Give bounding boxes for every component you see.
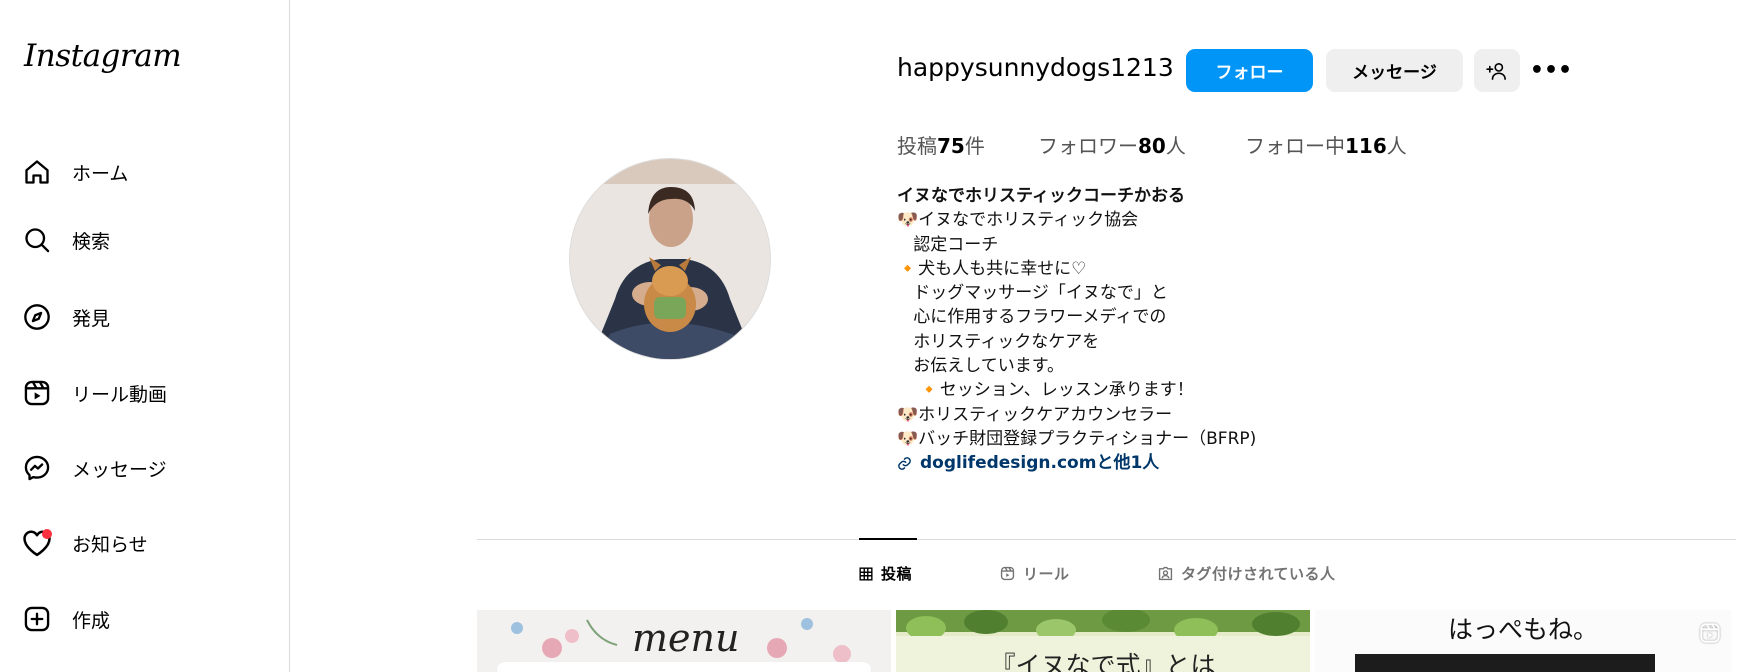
- profile-bio: イヌなでホリスティックコーチかおる 🐶イヌなでホリスティック協会 認定コーチ 🔸…: [897, 184, 1256, 476]
- sidebar-item-label: 作成: [72, 609, 111, 632]
- sidebar-item-label: ホーム: [72, 162, 129, 185]
- stat-following[interactable]: フォロー中 116 人: [1245, 130, 1407, 159]
- stat-following-label: フォロー中: [1245, 134, 1345, 158]
- tab-reels[interactable]: リール: [1000, 563, 1070, 584]
- sidebar-item-label: お知らせ: [72, 533, 148, 556]
- bio-line: 🔸セッション、レッスン承ります！: [897, 380, 1194, 401]
- bio-line: 🐶バッチ財団登録プラクティショナー（BFRP): [897, 428, 1257, 449]
- sidebar-item-notifications[interactable]: お知らせ: [12, 517, 274, 569]
- sidebar-item-label: メッセージ: [72, 458, 167, 481]
- grid-icon: [859, 566, 873, 581]
- follow-button[interactable]: フォロー: [1186, 49, 1313, 92]
- bio-line: お伝えしています。: [897, 356, 1065, 377]
- sidebar-item-label: 検索: [72, 230, 111, 253]
- suggest-users-button[interactable]: [1474, 49, 1520, 92]
- heart-icon: [22, 528, 52, 558]
- stat-posts-label: 投稿: [897, 134, 937, 158]
- sidebar-item-label: リール動画: [72, 383, 168, 406]
- profile-avatar[interactable]: [569, 158, 771, 360]
- stat-posts-unit: 件: [964, 134, 985, 158]
- sidebar-item-explore[interactable]: 発見: [12, 291, 274, 343]
- instagram-logo[interactable]: Instagram: [24, 38, 182, 74]
- tab-label: タグ付けされている人: [1181, 565, 1336, 583]
- plus-square-icon: [22, 604, 52, 634]
- reel-badge-icon: [1699, 622, 1721, 648]
- compass-icon: [22, 302, 52, 332]
- tab-active-indicator: [859, 538, 917, 540]
- bio-line: ドッグマッサージ「イヌなで」と: [897, 283, 1168, 304]
- sidebar-item-label: 発見: [72, 307, 111, 330]
- post-caption-text: menu: [632, 616, 740, 660]
- bio-link-text: doglifedesign.comと他1人: [920, 453, 1160, 474]
- more-options-button[interactable]: •••: [1530, 49, 1572, 92]
- tab-tagged[interactable]: タグ付けされている人: [1158, 563, 1336, 584]
- add-user-icon: [1486, 62, 1508, 80]
- sidebar-item-search[interactable]: 検索: [12, 214, 274, 266]
- search-icon: [22, 225, 52, 255]
- bio-line: 認定コーチ: [897, 234, 999, 255]
- bio-external-link[interactable]: doglifedesign.comと他1人: [897, 451, 1256, 475]
- bio-line: 🐶イヌなでホリスティック協会: [897, 210, 1139, 231]
- message-button[interactable]: メッセージ: [1326, 49, 1463, 92]
- sidebar-item-home[interactable]: ホーム: [12, 146, 274, 198]
- photo-placeholder: [1355, 654, 1655, 672]
- post-thumbnail[interactable]: 『イヌなで式』とは: [896, 610, 1310, 672]
- stat-followers-count: 80: [1138, 134, 1166, 158]
- messenger-icon: [22, 453, 52, 483]
- stat-followers-unit: 人: [1165, 134, 1186, 158]
- sidebar-item-messages[interactable]: メッセージ: [12, 442, 274, 494]
- post-caption-text: 『イヌなで式』とは: [990, 651, 1216, 672]
- stat-posts: 投稿 75 件: [897, 130, 985, 159]
- bio-line: ホリスティックなケアを: [897, 331, 1100, 352]
- post-thumbnail[interactable]: はっぺもね。: [1315, 610, 1731, 672]
- link-icon: [897, 456, 912, 471]
- stat-followers[interactable]: フォロワー 80 人: [1038, 130, 1186, 159]
- tagged-icon: [1158, 566, 1173, 581]
- sidebar-item-reels[interactable]: リール動画: [12, 367, 274, 419]
- profile-username: happysunnydogs1213: [897, 53, 1174, 82]
- bio-line: 心に作用するフラワーメディでの: [897, 307, 1167, 328]
- tab-posts[interactable]: 投稿: [859, 563, 912, 584]
- reels-icon: [22, 378, 52, 408]
- reels-icon: [1000, 566, 1015, 581]
- avatar-photo: [570, 159, 770, 359]
- stat-following-unit: 人: [1386, 134, 1407, 158]
- stat-following-count: 116: [1345, 134, 1387, 158]
- bio-display-name: イヌなでホリスティックコーチかおる: [897, 186, 1185, 206]
- sidebar: Instagram ホーム 検索 発見 リール動画 メッセージ お知らせ 作成: [0, 0, 290, 672]
- bio-line: 🔸犬も人も共に幸せに♡: [897, 258, 1087, 279]
- tabs-divider: [477, 539, 1736, 540]
- tab-label: 投稿: [881, 565, 913, 583]
- stat-posts-count: 75: [937, 134, 965, 158]
- home-icon: [22, 157, 52, 187]
- tab-label: リール: [1023, 565, 1070, 583]
- sidebar-item-create[interactable]: 作成: [12, 593, 274, 645]
- post-thumbnail[interactable]: menu: [477, 610, 891, 672]
- stat-followers-label: フォロワー: [1038, 134, 1138, 158]
- bio-line: 🐶ホリスティックケアカウンセラー: [897, 404, 1173, 425]
- notification-dot: [42, 529, 52, 539]
